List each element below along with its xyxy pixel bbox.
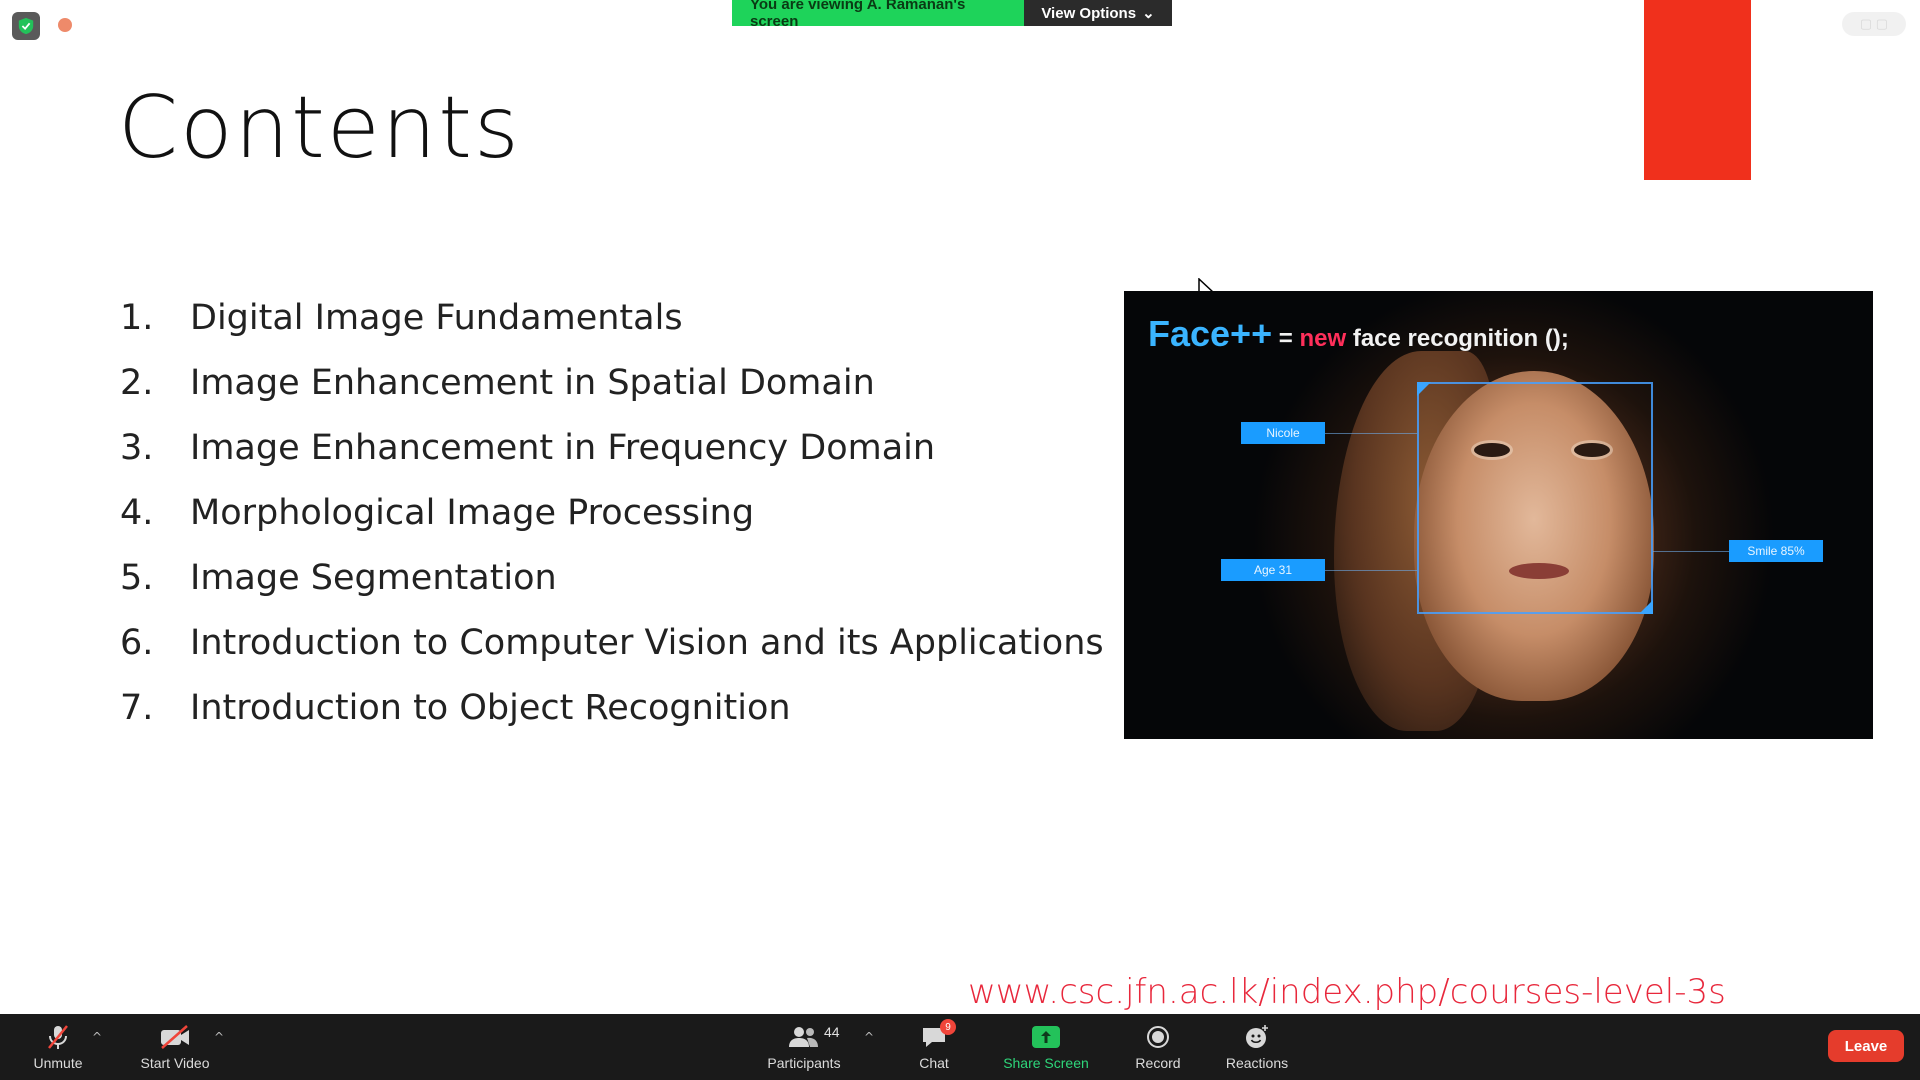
course-url: www.csc.jfn.ac.lk/index.php/courses-leve… bbox=[968, 972, 1726, 1012]
slide-red-accent-bar bbox=[1644, 0, 1751, 180]
list-item: 2. Image Enhancement in Spatial Domain bbox=[120, 350, 1104, 415]
participants-count: 44 bbox=[824, 1024, 840, 1040]
tag-leader-line bbox=[1653, 551, 1729, 552]
list-item-text: Morphological Image Processing bbox=[190, 492, 755, 533]
face-recognition-image: Face++ = new face recognition (); Nicole… bbox=[1124, 291, 1873, 739]
face-code-eq: = bbox=[1272, 325, 1300, 352]
age-tag: Age 31 bbox=[1221, 559, 1325, 581]
audio-options-chevron-icon[interactable]: ^ bbox=[92, 1030, 102, 1044]
chat-label: Chat bbox=[919, 1055, 949, 1071]
start-video-label: Start Video bbox=[140, 1055, 210, 1071]
list-item: 5. Image Segmentation bbox=[120, 545, 1104, 610]
list-item-number: 7. bbox=[120, 687, 154, 728]
video-options-chevron-icon[interactable]: ^ bbox=[214, 1030, 224, 1044]
list-item: 1. Digital Image Fundamentals bbox=[120, 285, 1104, 350]
list-item-number: 3. bbox=[120, 427, 154, 468]
participants-label: Participants bbox=[767, 1055, 841, 1071]
name-tag: Nicole bbox=[1241, 422, 1325, 444]
viewing-banner: You are viewing A. Ramanan's screen View… bbox=[732, 0, 1172, 30]
screen-share-window: You are viewing A. Ramanan's screen View… bbox=[0, 0, 1920, 1080]
face-code-brand: Face++ bbox=[1148, 313, 1273, 354]
list-item: 7. Introduction to Object Recognition bbox=[120, 675, 1104, 740]
faded-view-toggle[interactable]: ▢ ▢ bbox=[1842, 12, 1906, 36]
security-shield-icon[interactable] bbox=[12, 12, 40, 40]
list-item-number: 4. bbox=[120, 492, 154, 533]
list-item-text: Image Segmentation bbox=[190, 557, 557, 598]
record-button[interactable]: Record bbox=[1130, 1014, 1186, 1080]
chat-bubble-icon: 9 bbox=[918, 1019, 956, 1051]
share-screen-label: Share Screen bbox=[1003, 1055, 1089, 1071]
slide-title: Contents bbox=[118, 78, 521, 178]
list-item-number: 2. bbox=[120, 362, 154, 403]
list-item-number: 1. bbox=[120, 297, 154, 338]
list-item-text: Image Enhancement in Frequency Domain bbox=[190, 427, 936, 468]
leave-button[interactable]: Leave bbox=[1828, 1030, 1904, 1062]
detection-corner bbox=[1417, 382, 1431, 396]
chat-unread-badge: 9 bbox=[940, 1019, 956, 1035]
list-item-text: Introduction to Computer Vision and its … bbox=[190, 622, 1104, 663]
tag-leader-line bbox=[1325, 570, 1417, 571]
unmute-label: Unmute bbox=[33, 1055, 83, 1071]
tag-leader-line bbox=[1325, 433, 1417, 434]
participants-icon bbox=[788, 1023, 820, 1051]
meeting-toolbar: Unmute ^ Start Video ^ Participants 44 ^… bbox=[0, 1014, 1920, 1080]
start-video-button[interactable]: Start Video bbox=[130, 1014, 220, 1080]
share-screen-icon bbox=[1030, 1023, 1062, 1051]
face-code-rest: face recognition (); bbox=[1346, 325, 1569, 352]
list-item: 6. Introduction to Computer Vision and it… bbox=[120, 610, 1104, 675]
record-label: Record bbox=[1135, 1055, 1181, 1071]
recording-indicator-icon bbox=[58, 18, 72, 32]
contents-list: 1. Digital Image Fundamentals 2. Image Enh… bbox=[120, 285, 1104, 740]
view-options-button[interactable]: View Options ⌄ bbox=[1024, 0, 1172, 26]
smile-tag: Smile 85% bbox=[1729, 540, 1823, 562]
list-item-text: Image Enhancement in Spatial Domain bbox=[190, 362, 875, 403]
list-item-text: Digital Image Fundamentals bbox=[190, 297, 683, 338]
share-screen-button[interactable]: Share Screen bbox=[996, 1014, 1096, 1080]
participants-options-chevron-icon[interactable]: ^ bbox=[864, 1030, 874, 1044]
video-off-icon bbox=[159, 1023, 191, 1051]
record-icon bbox=[1142, 1023, 1174, 1051]
detection-corner bbox=[1639, 600, 1653, 614]
list-item-number: 6. bbox=[120, 622, 154, 663]
list-item-number: 5. bbox=[120, 557, 154, 598]
muted-microphone-icon bbox=[42, 1023, 74, 1051]
reactions-label: Reactions bbox=[1225, 1055, 1289, 1071]
list-item-text: Introduction to Object Recognition bbox=[190, 687, 791, 728]
list-item: 3. Image Enhancement in Frequency Domain bbox=[120, 415, 1104, 480]
face-code-caption: Face++ = new face recognition (); bbox=[1148, 313, 1569, 355]
chevron-down-icon: ⌄ bbox=[1142, 5, 1155, 22]
view-options-label: View Options bbox=[1041, 4, 1137, 22]
face-detection-box bbox=[1417, 382, 1653, 614]
viewing-status-text: You are viewing A. Ramanan's screen bbox=[732, 0, 1024, 30]
face-code-new: new bbox=[1299, 325, 1347, 352]
reactions-button[interactable]: Reactions bbox=[1222, 1014, 1292, 1080]
chat-button[interactable]: 9 Chat bbox=[912, 1014, 956, 1080]
list-item: 4. Morphological Image Processing bbox=[120, 480, 1104, 545]
unmute-button[interactable]: Unmute bbox=[26, 1014, 90, 1080]
smiley-face-icon bbox=[1241, 1023, 1273, 1051]
